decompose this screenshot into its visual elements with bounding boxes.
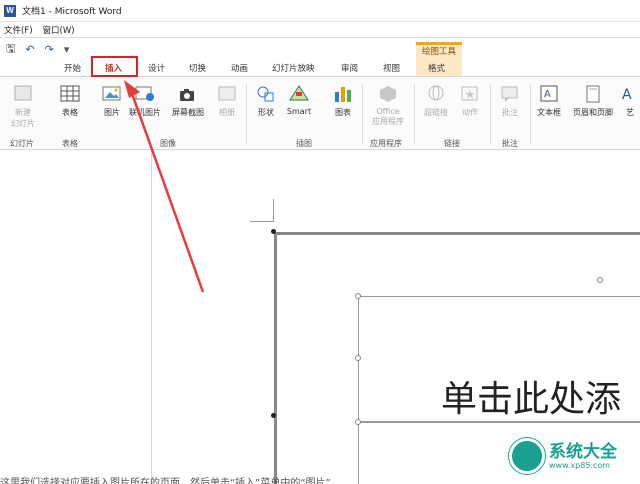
watermark-logo-icon	[509, 438, 545, 474]
watermark-name: 系统大全	[549, 441, 617, 462]
annotation-arrow	[124, 80, 205, 293]
site-watermark: 系统大全 www.xp85.com	[509, 434, 640, 478]
caption-text: 这里我们选择对应要插入图片所在的页面，然后单击“插入”菜单中的“图片”	[0, 478, 331, 484]
watermark-url: www.xp85.com	[549, 460, 611, 470]
